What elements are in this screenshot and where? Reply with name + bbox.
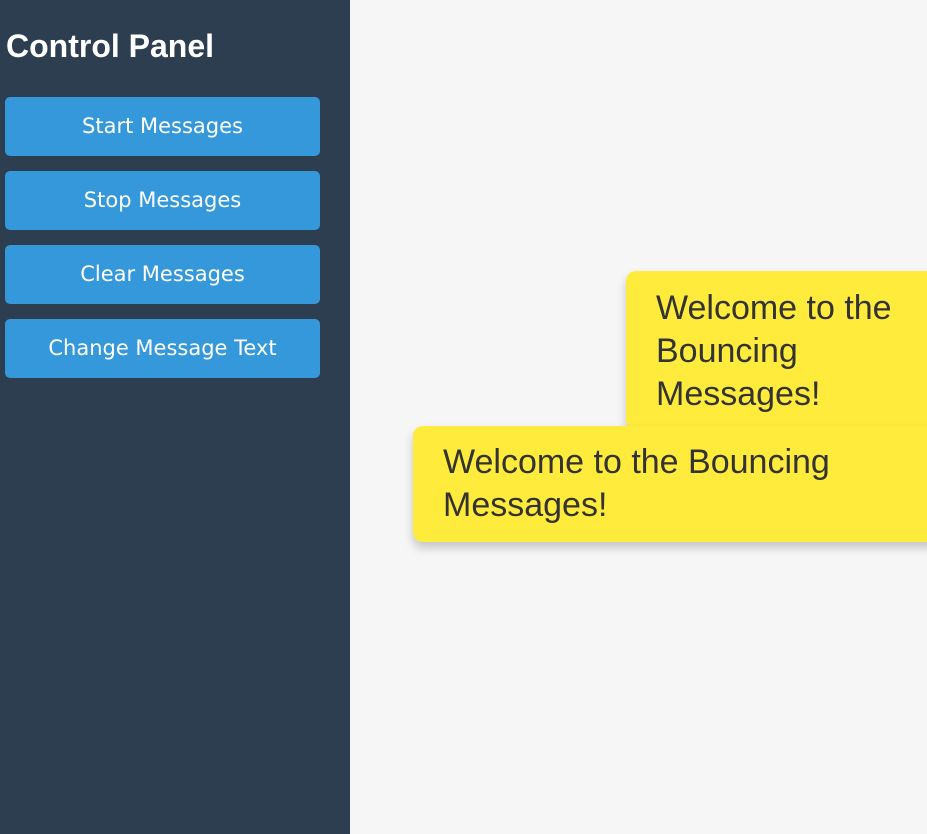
control-panel-sidebar: Control Panel Start Messages Stop Messag… xyxy=(0,0,350,834)
start-messages-button[interactable]: Start Messages xyxy=(5,97,320,156)
message-area: Welcome to the Bouncing Messages! Welcom… xyxy=(350,0,927,834)
bouncing-message: Welcome to the Bouncing Messages! xyxy=(413,426,927,542)
clear-messages-button[interactable]: Clear Messages xyxy=(5,245,320,304)
bouncing-message: Welcome to the Bouncing Messages! xyxy=(626,271,927,430)
panel-title: Control Panel xyxy=(6,28,215,64)
stop-messages-button[interactable]: Stop Messages xyxy=(5,171,320,230)
change-message-text-button[interactable]: Change Message Text xyxy=(5,319,320,378)
